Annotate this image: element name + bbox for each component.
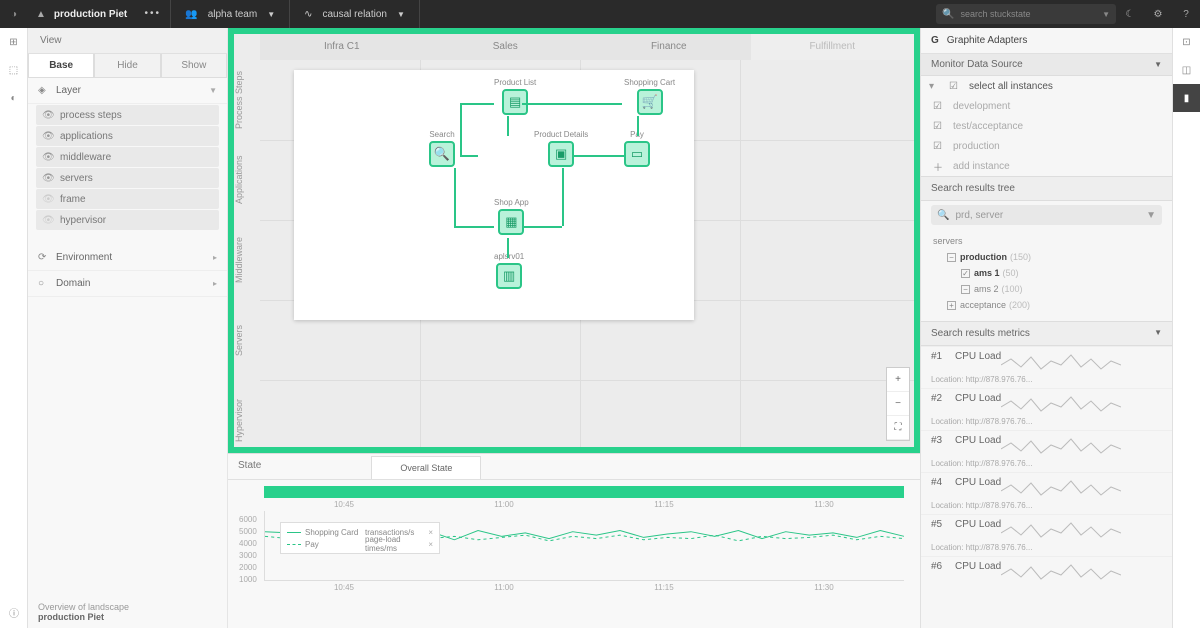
remove-icon[interactable]: ×	[428, 540, 433, 549]
zoom-in-button[interactable]: +	[887, 368, 909, 392]
help-icon[interactable]: ?	[1172, 9, 1200, 20]
right-title: Graphite Adapters	[947, 35, 1028, 46]
canvas-tab[interactable]: Fulfillment	[751, 34, 915, 60]
graphite-icon: G	[931, 35, 939, 46]
instance-row[interactable]: ☑test/acceptance	[921, 116, 1172, 136]
layer-item[interactable]: 👁middleware	[36, 147, 219, 167]
tree-root[interactable]: servers	[933, 233, 1160, 249]
layer-item[interactable]: 👁hypervisor	[36, 210, 219, 230]
metric-item[interactable]: #2CPU LoadLocation: http://878.976.76...	[921, 388, 1172, 430]
chart-legend: Shopping Cardtransactions/s×Paypage-load…	[280, 522, 440, 554]
panel-icon-active[interactable]: ▮	[1173, 84, 1200, 112]
chevron-right-icon: ▸	[213, 279, 217, 288]
project-name[interactable]: production Piet	[54, 9, 135, 20]
plus-icon: ＋	[933, 159, 953, 174]
metric-item[interactable]: #6CPU Load	[921, 556, 1172, 589]
canvas-tab[interactable]: Infra C1	[260, 34, 424, 60]
search-icon: 🔍	[937, 210, 949, 221]
domain-icon: ○	[38, 278, 56, 289]
global-search[interactable]: 🔍 search stuckstate ▼	[936, 4, 1116, 24]
tree-search[interactable]: 🔍prd, server▼	[931, 205, 1162, 225]
zoom-out-button[interactable]: −	[887, 392, 909, 416]
layer-section[interactable]: ◈ Layer ▼	[28, 78, 227, 104]
row-label: Process Steps	[234, 60, 244, 140]
fullscreen-button[interactable]: ⛶	[887, 416, 909, 440]
tab-base[interactable]: Base	[28, 54, 94, 78]
search-icon: 🔍	[942, 9, 954, 20]
row-label: Applications	[234, 140, 244, 220]
palette-icon[interactable]: ◐	[0, 84, 27, 112]
state-tab-overall[interactable]: Overall State	[371, 456, 481, 479]
layer-item[interactable]: 👁process steps	[36, 105, 219, 125]
chevron-down-icon: ▼	[397, 10, 405, 19]
sidebar-footer: Overview of landscape production Piet	[38, 602, 129, 622]
row-label: Middleware	[234, 220, 244, 300]
chevron-down-icon: ▼	[267, 10, 275, 19]
relation-selector[interactable]: ∿ causal relation ▼	[290, 0, 420, 28]
layer-item[interactable]: 👁frame	[36, 189, 219, 209]
instance-row[interactable]: ☑development	[921, 96, 1172, 116]
metric-item[interactable]: #3CPU LoadLocation: http://878.976.76...	[921, 430, 1172, 472]
eye-icon[interactable]: 👁	[42, 131, 60, 142]
metric-item[interactable]: #4CPU LoadLocation: http://878.976.76...	[921, 472, 1172, 514]
node-shop-app[interactable]: ▦	[498, 209, 524, 235]
sidebar-title: View	[28, 28, 227, 54]
project-menu-icon[interactable]: •••	[135, 0, 171, 28]
environment-icon: ⟳	[38, 252, 56, 263]
relation-icon: ∿	[304, 9, 312, 20]
chevron-down-icon: ▼	[1102, 10, 1110, 19]
app-logo-icon[interactable]: ◑	[0, 9, 28, 20]
eye-icon[interactable]: 👁	[42, 215, 60, 226]
mountain-icon: ▲	[28, 9, 54, 20]
eye-icon[interactable]: 👁	[42, 194, 60, 205]
metric-item[interactable]: #5CPU LoadLocation: http://878.976.76...	[921, 514, 1172, 556]
instance-row[interactable]: ☑production	[921, 136, 1172, 156]
map-icon[interactable]: ⬚	[0, 56, 27, 84]
add-instance[interactable]: ＋add instance	[921, 156, 1172, 176]
tree-item[interactable]: −production(150)	[933, 249, 1160, 265]
panel-icon[interactable]: ⊡	[1173, 28, 1200, 56]
state-health-bar	[264, 486, 904, 498]
row-label: Servers	[234, 300, 244, 380]
team-icon: 👥	[185, 9, 197, 20]
layers-icon: ◈	[38, 85, 56, 96]
team-selector[interactable]: 👥 alpha team ▼	[171, 0, 290, 28]
node-product-details[interactable]: ▣	[548, 141, 574, 167]
layer-item[interactable]: 👁applications	[36, 126, 219, 146]
state-title: State	[238, 453, 261, 479]
metric-item[interactable]: #1CPU LoadLocation: http://878.976.76...	[921, 346, 1172, 388]
canvas-tab[interactable]: Finance	[587, 34, 751, 60]
node-product-list[interactable]: ▤	[502, 89, 528, 115]
eye-icon[interactable]: 👁	[42, 173, 60, 184]
domain-section[interactable]: ○ Domain ▸	[28, 271, 227, 297]
tree-item[interactable]: −ams 2(100)	[933, 281, 1160, 297]
node-search[interactable]: 🔍	[429, 141, 455, 167]
settings-icon[interactable]: ⚙	[1144, 9, 1172, 20]
node-pay[interactable]: ▭	[624, 141, 650, 167]
tree-item[interactable]: +acceptance(200)	[933, 297, 1160, 313]
tab-show[interactable]: Show	[161, 54, 227, 78]
eye-icon[interactable]: 👁	[42, 110, 60, 121]
apps-icon[interactable]: ⊞	[0, 28, 27, 56]
layer-item[interactable]: 👁servers	[36, 168, 219, 188]
monitor-source[interactable]: Monitor Data Source▼	[921, 54, 1172, 76]
chevron-down-icon: ▼	[209, 86, 217, 95]
info-icon[interactable]: ⓘ	[0, 605, 28, 620]
canvas-tab[interactable]: Sales	[424, 34, 588, 60]
remove-icon[interactable]: ×	[428, 528, 433, 537]
eye-icon[interactable]: 👁	[42, 152, 60, 163]
tree-item[interactable]: ✓ams 1(50)	[933, 265, 1160, 281]
environment-section[interactable]: ⟳ Environment ▸	[28, 245, 227, 271]
row-label: Hypervisor	[234, 380, 244, 460]
diagram-card[interactable]: Product List ▤ Shopping Cart 🛒 Search 🔍 …	[294, 70, 694, 320]
node-shopping-cart[interactable]: 🛒	[637, 89, 663, 115]
tab-hide[interactable]: Hide	[94, 54, 160, 78]
node-server[interactable]: ▥	[496, 263, 522, 289]
chevron-right-icon: ▸	[213, 253, 217, 262]
select-all-instances[interactable]: ▾☑select all instances	[921, 76, 1172, 96]
panel-icon[interactable]: ◫	[1173, 56, 1200, 84]
dark-mode-icon[interactable]: ☾	[1116, 9, 1144, 20]
